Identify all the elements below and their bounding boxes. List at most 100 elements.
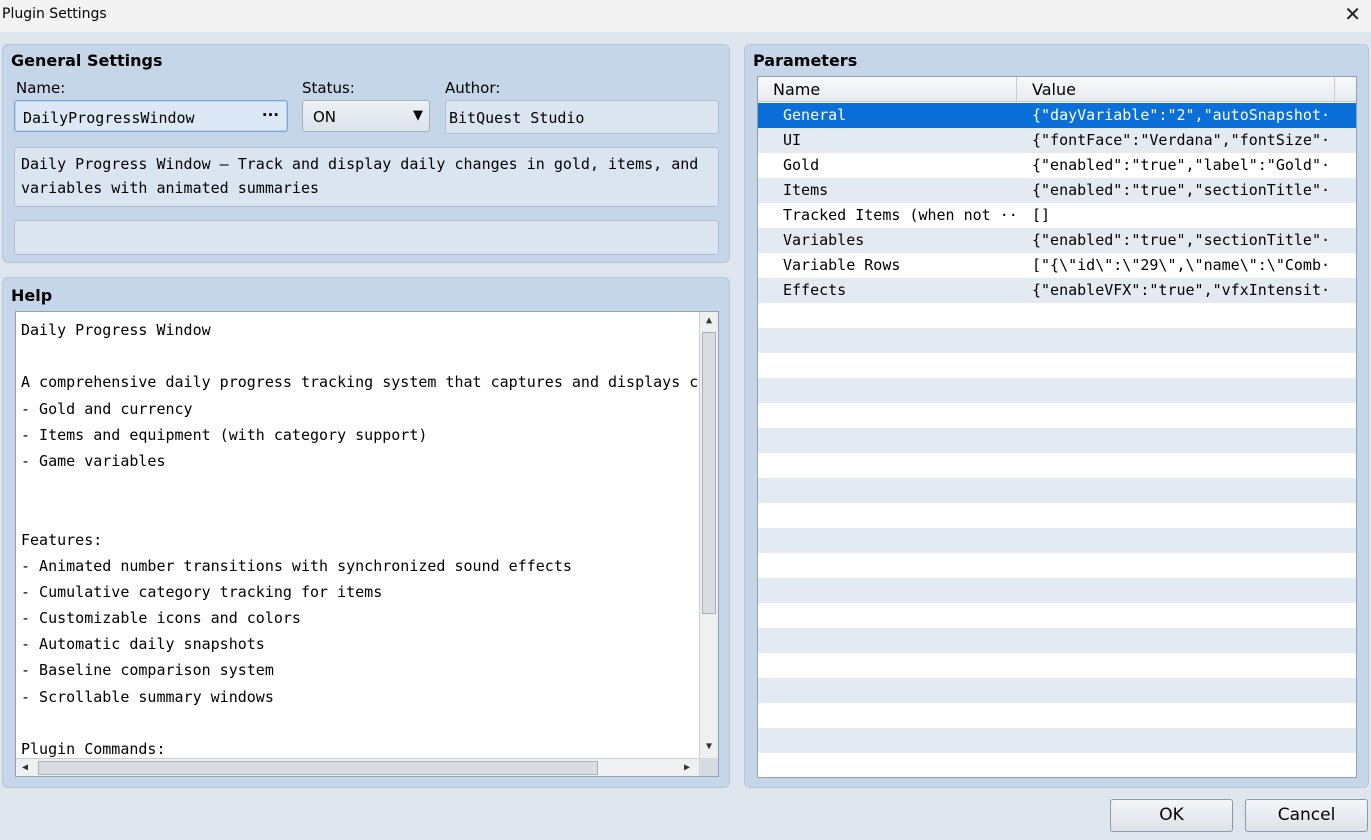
empty-row (758, 553, 1356, 578)
scroll-left-icon[interactable]: ◀ (16, 759, 34, 776)
help-line: - Animated number transitions with synch… (21, 556, 572, 575)
column-header-value[interactable]: Value (1032, 80, 1076, 99)
table-row[interactable]: Variable Rows ["{\"id\":\"29\",\"name\":… (758, 253, 1356, 278)
help-line (16, 474, 697, 500)
empty-row (758, 603, 1356, 628)
horizontal-scroll-thumb[interactable] (38, 761, 598, 775)
table-row[interactable]: Variables {"enabled":"true","sectionTitl… (758, 228, 1356, 253)
empty-row (758, 578, 1356, 603)
scroll-up-icon[interactable]: ▲ (700, 312, 718, 330)
help-line: Features: (21, 530, 103, 549)
description-line-2: variables with animated summaries (21, 179, 320, 197)
help-vertical-scrollbar[interactable]: ▲ ▼ (699, 312, 718, 758)
help-line: Plugin Commands: (21, 740, 166, 757)
help-text-area[interactable]: Daily Progress Window A comprehensive da… (15, 311, 719, 777)
table-row[interactable]: Effects {"enableVFX":"true","vfxIntensit… (758, 278, 1356, 303)
extra-field[interactable] (14, 220, 719, 255)
parameters-table: Name Value General {"dayVariable":"2","a… (757, 76, 1357, 778)
scroll-right-icon[interactable]: ▶ (678, 759, 696, 776)
ok-button[interactable]: OK (1110, 799, 1233, 832)
param-name: Tracked Items (when not ··· (783, 206, 1015, 224)
help-line (16, 500, 697, 526)
param-name: Variables (783, 231, 865, 249)
table-row[interactable]: UI {"fontFace":"Verdana","fontSize"··· (758, 128, 1356, 153)
column-divider[interactable] (1334, 77, 1335, 102)
help-line: - Automatic daily snapshots (21, 635, 265, 654)
general-settings-panel: General Settings Name: Status: Author: D… (2, 44, 730, 263)
param-value: {"enabled":"true","sectionTitle"··· (1032, 231, 1332, 249)
close-icon[interactable]: ✕ (1344, 3, 1361, 25)
help-line: - Customizable icons and colors (21, 609, 301, 628)
author-label: Author: (445, 79, 501, 97)
empty-row (758, 453, 1356, 478)
help-line (16, 710, 697, 736)
param-value: {"enabled":"true","label":"Gold"··· (1032, 156, 1332, 174)
column-divider[interactable] (1016, 77, 1017, 102)
empty-row (758, 628, 1356, 653)
general-settings-title: General Settings (11, 51, 163, 70)
table-header: Name Value (758, 77, 1356, 102)
param-value: {"enabled":"true","sectionTitle"··· (1032, 181, 1332, 199)
empty-row (758, 403, 1356, 428)
status-select[interactable]: ON ▼ (302, 100, 430, 132)
scrollbar-corner (699, 758, 718, 776)
help-line: - Scrollable summary windows (21, 687, 274, 706)
param-name: Gold (783, 156, 820, 174)
empty-row (758, 428, 1356, 453)
help-line: - Cumulative category tracking for items (21, 582, 383, 601)
table-row[interactable]: General {"dayVariable":"2","autoSnapshot… (758, 103, 1356, 128)
help-title: Help (11, 286, 53, 305)
dropdown-arrow-icon: ▼ (413, 108, 423, 123)
status-value: ON (313, 108, 337, 126)
param-value: {"enableVFX":"true","vfxIntensit··· (1032, 281, 1332, 299)
author-field[interactable]: BitQuest Studio (445, 100, 719, 134)
help-text-content: Daily Progress Window A comprehensive da… (16, 317, 697, 757)
dialog-body: General Settings Name: Status: Author: D… (0, 32, 1371, 840)
help-panel: Help Daily Progress Window A comprehensi… (2, 277, 730, 788)
help-horizontal-scrollbar[interactable]: ◀ ▶ (16, 758, 699, 776)
parameters-title: Parameters (753, 51, 858, 70)
browse-button[interactable]: ··· (262, 106, 279, 124)
table-row[interactable]: Gold {"enabled":"true","label":"Gold"··· (758, 153, 1356, 178)
empty-row (758, 753, 1356, 777)
empty-row (758, 503, 1356, 528)
name-label: Name: (16, 79, 66, 97)
empty-row (758, 703, 1356, 728)
cancel-button[interactable]: Cancel (1245, 799, 1368, 832)
empty-row (758, 328, 1356, 353)
table-row[interactable]: Items {"enabled":"true","sectionTitle"··… (758, 178, 1356, 203)
empty-row (758, 653, 1356, 678)
plugin-name-field[interactable]: DailyProgressWindow ··· (14, 100, 288, 132)
help-line: - Items and equipment (with category sup… (21, 425, 428, 444)
empty-row (758, 678, 1356, 703)
parameters-panel: Parameters Name Value General {"dayVaria… (744, 44, 1369, 788)
param-value: {"dayVariable":"2","autoSnapshot··· (1032, 106, 1332, 124)
param-value: {"fontFace":"Verdana","fontSize"··· (1032, 131, 1332, 149)
param-value: [] (1032, 206, 1051, 224)
help-line: - Baseline comparison system (21, 661, 274, 680)
scroll-down-icon[interactable]: ▼ (700, 738, 718, 756)
param-name: General (783, 106, 847, 124)
help-line: Daily Progress Window (21, 321, 211, 339)
param-name: Effects (783, 281, 847, 299)
plugin-name-value: DailyProgressWindow (23, 109, 195, 127)
title-bar: Plugin Settings ✕ (0, 0, 1371, 32)
column-header-name[interactable]: Name (773, 80, 820, 99)
empty-row (758, 478, 1356, 503)
description-field[interactable]: Daily Progress Window – Track and displa… (14, 147, 719, 207)
author-value: BitQuest Studio (449, 109, 585, 127)
empty-row (758, 353, 1356, 378)
param-name: Items (783, 181, 829, 199)
empty-row (758, 378, 1356, 403)
table-row[interactable]: Tracked Items (when not ··· [] (758, 203, 1356, 228)
vertical-scroll-thumb[interactable] (702, 332, 716, 614)
param-name: UI (783, 131, 802, 149)
status-label: Status: (302, 79, 355, 97)
help-line (16, 343, 697, 369)
param-value: ["{\"id\":\"29\",\"name\":\"Comb··· (1032, 256, 1332, 274)
param-name: Variable Rows (783, 256, 901, 274)
empty-row (758, 728, 1356, 753)
empty-row (758, 303, 1356, 328)
help-line: - Game variables (21, 451, 166, 470)
help-line: - Gold and currency (21, 399, 193, 418)
